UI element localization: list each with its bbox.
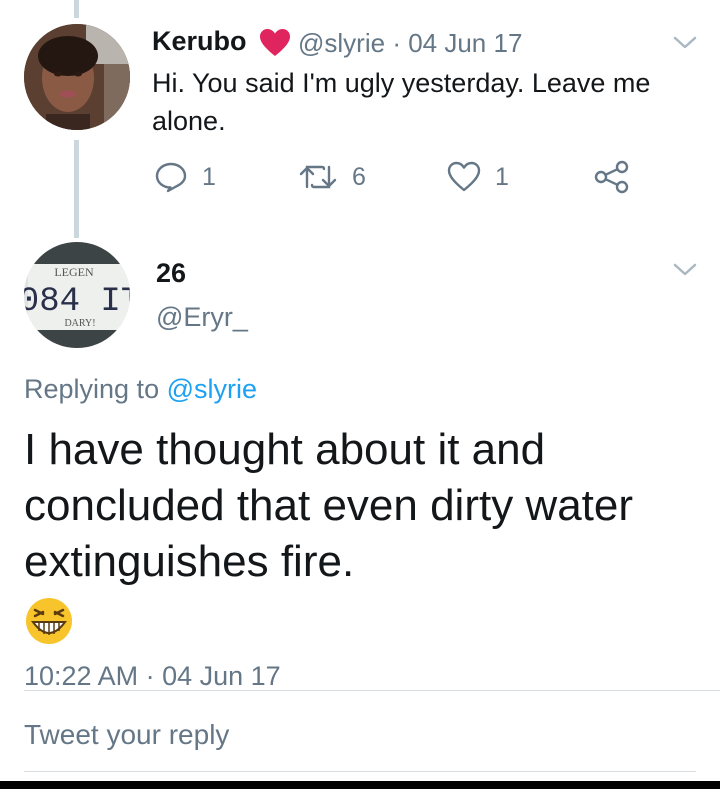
plate-number-text: 084 IT — [24, 283, 130, 321]
like-button[interactable]: 1 — [447, 160, 509, 194]
reply-tweet-text: I have thought about it and concluded th… — [24, 425, 634, 586]
tweet-date: · 04 Jun 17 — [392, 28, 523, 58]
replying-to-label: Replying to — [24, 374, 160, 404]
plate-top-text: LEGEN — [54, 265, 94, 279]
tweet-timestamp: 10:22 AM · 04 Jun 17 — [24, 661, 281, 691]
replying-to-mention[interactable]: @slyrie — [167, 374, 257, 404]
divider — [24, 690, 720, 691]
reply-input-underline — [24, 771, 696, 772]
share-button[interactable] — [594, 160, 630, 194]
plate-bottom-text: DARY! — [64, 318, 95, 329]
reply-author-handle[interactable]: @Eryr_ — [156, 302, 248, 333]
avatar-eryr[interactable]: LEGEN 084 IT DARY! — [24, 242, 130, 348]
avatar-kerubo[interactable] — [24, 24, 130, 130]
reply-icon — [155, 162, 187, 193]
share-icon — [594, 160, 629, 194]
bottom-bar — [0, 781, 720, 789]
author-handle[interactable]: @slyrie — [298, 28, 385, 58]
heart-outline-icon — [447, 161, 481, 192]
tweet-reply-input[interactable]: Tweet your reply — [24, 719, 229, 751]
tweet-text: Hi. You said I'm ugly yesterday. Leave m… — [152, 68, 651, 136]
retweet-icon — [299, 165, 337, 189]
thread-line-top — [74, 0, 79, 18]
chevron-down-icon[interactable] — [672, 262, 698, 278]
retweet-count: 6 — [352, 162, 366, 191]
author-name[interactable]: Kerubo — [152, 26, 247, 57]
reply-count: 1 — [202, 162, 216, 191]
thread-line — [74, 140, 79, 238]
grinning-squinting-face-emoji-icon — [26, 598, 72, 644]
heart-emoji-icon — [260, 29, 290, 56]
like-count: 1 — [495, 162, 509, 191]
chevron-down-icon[interactable] — [672, 35, 698, 51]
reply-button[interactable]: 1 — [154, 160, 216, 194]
reply-author-name[interactable]: 26 — [156, 258, 186, 289]
retweet-button[interactable]: 6 — [298, 160, 366, 194]
replying-to: Replying to @slyrie — [24, 374, 257, 405]
author-handle-and-date[interactable]: @slyrie · 04 Jun 17 — [298, 28, 522, 59]
